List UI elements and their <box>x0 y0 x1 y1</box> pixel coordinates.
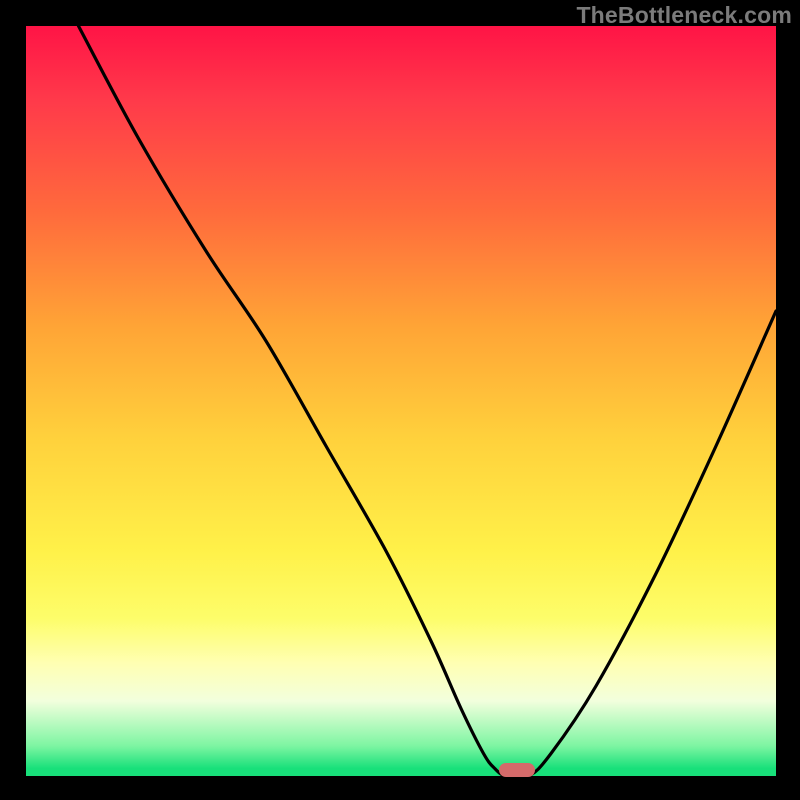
plot-area <box>26 26 776 776</box>
watermark-text: TheBottleneck.com <box>576 2 792 29</box>
bottleneck-curve-path <box>79 26 777 776</box>
curve-svg <box>26 26 776 776</box>
chart-frame: TheBottleneck.com <box>0 0 800 800</box>
optimal-marker <box>499 763 535 777</box>
